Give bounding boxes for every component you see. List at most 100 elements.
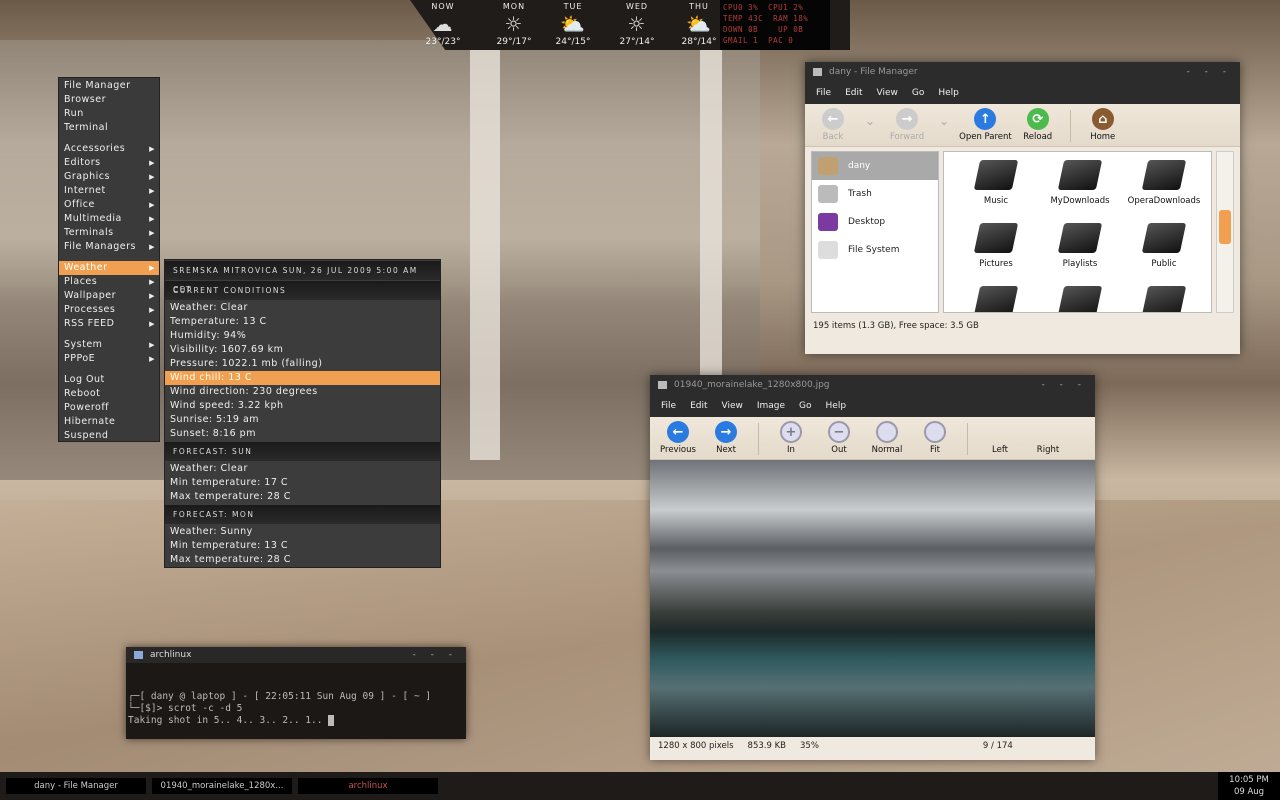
menu-item-suspend[interactable]: Suspend <box>59 429 159 443</box>
scrollbar[interactable] <box>1216 151 1234 313</box>
file-item[interactable] <box>954 282 1038 312</box>
chevron-down-icon[interactable]: ⌄ <box>865 114 875 128</box>
menu-view[interactable]: View <box>722 401 743 411</box>
task-terminal[interactable]: archlinux <box>298 778 438 794</box>
file-item[interactable]: Music <box>954 156 1038 219</box>
terminal-line: Taking shot in 5.. 4.. 3.. 2.. 1.. <box>128 715 329 726</box>
menu-file[interactable]: File <box>661 401 676 411</box>
weather-line[interactable]: Wind direction: 230 degrees <box>165 385 440 399</box>
toolbar: ← Back ⌄ → Forward ⌄ ↑ Open Parent ⟳ Reload ⌂ Home <box>805 104 1240 147</box>
menu-item-wallpaper[interactable]: Wallpaper ▶ <box>59 289 159 303</box>
file-manager-titlebar[interactable]: dany - File Manager - - - <box>805 62 1240 82</box>
menu-item-reboot[interactable]: Reboot <box>59 387 159 401</box>
menu-help[interactable]: Help <box>826 401 847 411</box>
weather-line[interactable]: Min temperature: 13 C <box>165 539 440 553</box>
weather-line[interactable]: Humidity: 94% <box>165 329 440 343</box>
menu-item-run[interactable]: Run <box>59 107 159 121</box>
menu-image[interactable]: Image <box>757 401 785 411</box>
menu-item-file-managers[interactable]: File Managers ▶ <box>59 240 159 254</box>
weather-line[interactable]: Visibility: 1607.69 km <box>165 343 440 357</box>
chevron-down-icon[interactable]: ⌄ <box>939 114 949 128</box>
menu-item-file-manager[interactable]: File Manager <box>59 79 159 93</box>
place-file-system[interactable]: File System <box>812 236 938 264</box>
menu-item-graphics[interactable]: Graphics ▶ <box>59 170 159 184</box>
weather-day: WED ☼ 27°/14° <box>607 2 667 47</box>
menu-file[interactable]: File <box>816 88 831 98</box>
zoom-normal-icon <box>876 421 898 443</box>
file-item[interactable]: MyDownloads <box>1038 156 1122 219</box>
menu-item-places[interactable]: Places ▶ <box>59 275 159 289</box>
place-desktop[interactable]: Desktop <box>812 208 938 236</box>
previous-button[interactable]: ← Previous <box>656 421 700 455</box>
file-item[interactable] <box>1038 282 1122 312</box>
weather-line[interactable]: Wind chill: 13 C <box>165 371 440 385</box>
menu-edit[interactable]: Edit <box>845 88 862 98</box>
in-button[interactable]: + In <box>769 421 813 455</box>
file-item[interactable]: Public <box>1122 219 1206 282</box>
menu-view[interactable]: View <box>877 88 898 98</box>
normal-button[interactable]: Normal <box>865 421 909 455</box>
rotate-left-icon <box>989 421 1011 443</box>
menu-item-multimedia[interactable]: Multimedia ▶ <box>59 212 159 226</box>
menu-item-browser[interactable]: Browser <box>59 93 159 107</box>
place-trash[interactable]: Trash <box>812 180 938 208</box>
menu-item-rss-feed[interactable]: RSS FEED ▶ <box>59 317 159 331</box>
reload-button[interactable]: ⟳ Reload <box>1016 108 1060 142</box>
terminal-titlebar[interactable]: archlinux - - - <box>126 647 466 663</box>
image-canvas[interactable] <box>650 460 1095 737</box>
next-button[interactable]: → Next <box>704 421 748 455</box>
home-button[interactable]: ⌂ Home <box>1081 108 1125 142</box>
menu-item-internet[interactable]: Internet ▶ <box>59 184 159 198</box>
menu-item-poweroff[interactable]: Poweroff <box>59 401 159 415</box>
menu-item-accessories[interactable]: Accessories ▶ <box>59 142 159 156</box>
weather-line[interactable]: Sunset: 8:16 pm <box>165 427 440 441</box>
menu-item-system[interactable]: System ▶ <box>59 338 159 352</box>
task-image-viewer[interactable]: 01940_morainelake_1280x... <box>152 778 292 794</box>
weather-line[interactable]: Weather: Sunny <box>165 525 440 539</box>
fit-button[interactable]: Fit <box>913 421 957 455</box>
weather-line[interactable]: Min temperature: 17 C <box>165 476 440 490</box>
menu-item-terminal[interactable]: Terminal <box>59 121 159 135</box>
menu-item-terminals[interactable]: Terminals ▶ <box>59 226 159 240</box>
image-viewer-titlebar[interactable]: 01940_morainelake_1280x800.jpg - - - <box>650 375 1095 395</box>
weather-line[interactable]: Sunrise: 5:19 am <box>165 413 440 427</box>
back-button[interactable]: ← Back <box>811 108 855 142</box>
weather-line[interactable]: Max temperature: 28 C <box>165 553 440 567</box>
menu-go[interactable]: Go <box>912 88 924 98</box>
menu-item-hibernate[interactable]: Hibernate <box>59 415 159 429</box>
menu-item-office[interactable]: Office ▶ <box>59 198 159 212</box>
window-controls[interactable]: - - - <box>413 647 458 663</box>
clock[interactable]: 10:05 PM 09 Aug <box>1218 772 1280 800</box>
file-item[interactable]: OperaDownloads <box>1122 156 1206 219</box>
status-bar: 1280 x 800 pixels 853.9 KB 35% 9 / 174 <box>650 737 1095 755</box>
menu-item-log-out[interactable]: Log Out <box>59 373 159 387</box>
menu-edit[interactable]: Edit <box>690 401 707 411</box>
menu-go[interactable]: Go <box>799 401 811 411</box>
weather-line[interactable]: Weather: Clear <box>165 462 440 476</box>
file-item[interactable]: Playlists <box>1038 219 1122 282</box>
place-dany[interactable]: dany <box>812 152 938 180</box>
terminal-window[interactable]: archlinux - - - ┌─[ dany @ laptop ] - [ … <box>126 647 466 739</box>
file-item[interactable] <box>1122 282 1206 312</box>
forward-button[interactable]: → Forward <box>885 108 929 142</box>
menu-item-weather[interactable]: Weather ▶ <box>59 261 159 275</box>
weather-line[interactable]: Max temperature: 28 C <box>165 490 440 504</box>
menu-help[interactable]: Help <box>938 88 959 98</box>
weather-line[interactable]: Weather: Clear <box>165 301 440 315</box>
menu-item-processes[interactable]: Processes ▶ <box>59 303 159 317</box>
left-button[interactable]: Left <box>978 421 1022 455</box>
window-controls[interactable]: - - - <box>1187 62 1232 82</box>
menu-item-editors[interactable]: Editors ▶ <box>59 156 159 170</box>
file-item[interactable]: Pictures <box>954 219 1038 282</box>
weather-line[interactable]: Pressure: 1022.1 mb (falling) <box>165 357 440 371</box>
menu-item-pppoe[interactable]: PPPoE ▶ <box>59 352 159 366</box>
toolbar-separator <box>967 423 968 455</box>
right-button[interactable]: Right <box>1026 421 1070 455</box>
open-parent-button[interactable]: ↑ Open Parent <box>959 108 1012 142</box>
scrollbar-thumb[interactable] <box>1219 210 1231 244</box>
weather-line[interactable]: Temperature: 13 C <box>165 315 440 329</box>
window-controls[interactable]: - - - <box>1042 375 1087 395</box>
out-button[interactable]: − Out <box>817 421 861 455</box>
task-file-manager[interactable]: dany - File Manager <box>6 778 146 794</box>
weather-line[interactable]: Wind speed: 3.22 kph <box>165 399 440 413</box>
